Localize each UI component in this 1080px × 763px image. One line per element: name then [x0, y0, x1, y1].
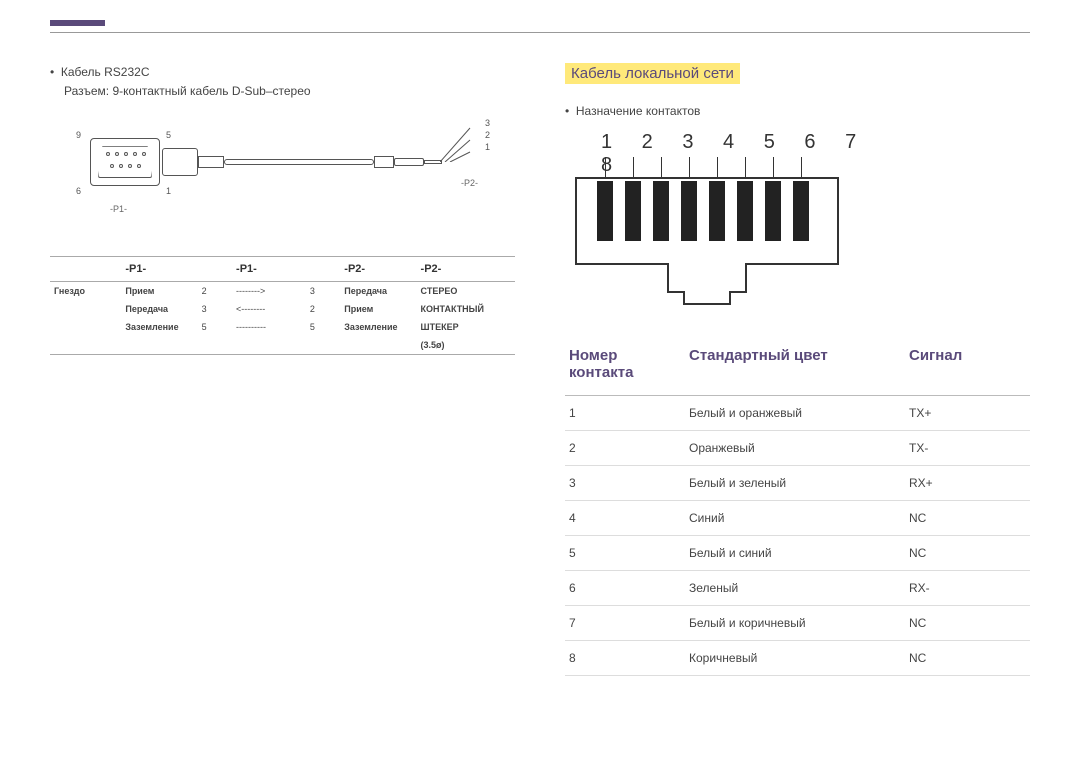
lan-section-title: Кабель локальной сети — [565, 63, 740, 84]
rs232-r0-p2name: Передача — [340, 282, 416, 301]
lan-r6-signal: NC — [905, 606, 1030, 641]
rs232-r1-p1pin: 3 — [198, 300, 232, 318]
rs232-r1-stereo: КОНТАКТНЫЙ — [417, 300, 515, 318]
lan-r0-signal: TX+ — [905, 396, 1030, 431]
table-row: 2 Оранжевый TX- — [565, 431, 1030, 466]
lan-r0-pin: 1 — [565, 396, 685, 431]
lan-r5-color: Зеленый — [685, 571, 905, 606]
lan-r1-signal: TX- — [905, 431, 1030, 466]
lan-r7-color: Коричневый — [685, 641, 905, 676]
lan-r2-color: Белый и зеленый — [685, 466, 905, 501]
lan-r5-signal: RX- — [905, 571, 1030, 606]
rs232-r0-p1pin: 2 — [198, 282, 232, 301]
right-column: Кабель локальной сети • Назначение конта… — [565, 63, 1030, 676]
table-row: 6 Зеленый RX- — [565, 571, 1030, 606]
rj45-lead-lines-icon — [605, 157, 802, 179]
p1-under-label: -P1- — [110, 204, 127, 214]
lan-assignment-text: Назначение контактов — [576, 104, 701, 118]
lan-r3-color: Синий — [685, 501, 905, 536]
rs232-r0-p1name: Прием — [121, 282, 197, 301]
rs232-r0-p2pin: 3 — [306, 282, 340, 301]
rj45-diagram: 1 2 3 4 5 6 7 8 — [565, 131, 885, 311]
stereo-pin-2: 2 — [485, 130, 490, 140]
lan-r1-pin: 2 — [565, 431, 685, 466]
db9-pin-1: 1 — [166, 186, 171, 196]
table-row: (3.5ø) — [50, 336, 515, 355]
header-accent — [50, 20, 105, 26]
lan-th-signal: Сигнал — [905, 341, 1030, 396]
table-row: Гнездо Прием 2 --------> 3 Передача СТЕР… — [50, 282, 515, 301]
lan-r0-color: Белый и оранжевый — [685, 396, 905, 431]
rs232-th-p1b: -P1- — [232, 257, 306, 282]
table-row: 7 Белый и коричневый NC — [565, 606, 1030, 641]
table-row: Передача 3 <-------- 2 Прием КОНТАКТНЫЙ — [50, 300, 515, 318]
lan-pinout-table: Номер контакта Стандартный цвет Сигнал 1… — [565, 341, 1030, 676]
lan-r4-signal: NC — [905, 536, 1030, 571]
rs232-diagram: 9 5 6 1 3 2 — [50, 108, 490, 238]
lan-r4-pin: 5 — [565, 536, 685, 571]
rs232-r2-p1pin: 5 — [198, 318, 232, 336]
stereo-pin-3: 3 — [485, 118, 490, 128]
p2-under-label: -P2- — [461, 178, 478, 188]
cable-wire-icon — [224, 159, 374, 165]
rs232-r1-arrow: <-------- — [232, 300, 306, 318]
content-columns: • Кабель RS232C Разъем: 9-контактный каб… — [50, 63, 1030, 676]
stereo-pin-lines-icon — [440, 122, 490, 162]
stereo-pin-1: 1 — [485, 142, 490, 152]
lan-assignment-label: • Назначение контактов — [565, 102, 1030, 121]
rs232-r0-stereo: СТЕРЕО — [417, 282, 515, 301]
db9-connector-icon — [90, 138, 160, 186]
rs232-pinout-table: -P1- -P1- -P2- -P2- Гнездо Прием 2 -----… — [50, 256, 515, 355]
rs232-r0-arrow: --------> — [232, 282, 306, 301]
rs232-cable-text: Кабель RS232C — [61, 65, 150, 79]
rs232-gnezdo: Гнездо — [50, 282, 121, 301]
rs232-r1-p1name: Передача — [121, 300, 197, 318]
left-column: • Кабель RS232C Разъем: 9-контактный каб… — [50, 63, 515, 676]
rs232-r1-p2pin: 2 — [306, 300, 340, 318]
db9-pin-5: 5 — [166, 130, 171, 140]
table-row: 8 Коричневый NC — [565, 641, 1030, 676]
lan-r6-pin: 7 — [565, 606, 685, 641]
rs232-r3-stereo: (3.5ø) — [417, 336, 515, 355]
table-row: 3 Белый и зеленый RX+ — [565, 466, 1030, 501]
table-row: Заземление 5 ---------- 5 Заземление ШТЕ… — [50, 318, 515, 336]
rs232-r2-p2pin: 5 — [306, 318, 340, 336]
rs232-th-p2a: -P2- — [340, 257, 416, 282]
rj45-pins-icon — [597, 181, 809, 241]
table-row: 1 Белый и оранжевый TX+ — [565, 396, 1030, 431]
lan-r2-signal: RX+ — [905, 466, 1030, 501]
rs232-r2-p2name: Заземление — [340, 318, 416, 336]
lan-r3-signal: NC — [905, 501, 1030, 536]
jack-body-icon — [394, 158, 424, 166]
lan-r7-signal: NC — [905, 641, 1030, 676]
db9-pin-6: 6 — [76, 186, 81, 196]
table-row: 5 Белый и синий NC — [565, 536, 1030, 571]
table-row: 4 Синий NC — [565, 501, 1030, 536]
header-rule — [50, 32, 1030, 33]
lan-r4-color: Белый и синий — [685, 536, 905, 571]
lan-r2-pin: 3 — [565, 466, 685, 501]
cable-sleeve-icon — [198, 156, 224, 168]
cable-sleeve2-icon — [374, 156, 394, 168]
lan-r5-pin: 6 — [565, 571, 685, 606]
lan-th-pin: Номер контакта — [565, 341, 685, 396]
lan-r7-pin: 8 — [565, 641, 685, 676]
rs232-r2-p1name: Заземление — [121, 318, 197, 336]
lan-r6-color: Белый и коричневый — [685, 606, 905, 641]
rs232-r2-stereo: ШТЕКЕР — [417, 318, 515, 336]
cable-strain-relief-icon — [162, 148, 198, 176]
lan-r1-color: Оранжевый — [685, 431, 905, 466]
lan-r3-pin: 4 — [565, 501, 685, 536]
db9-pin-9: 9 — [76, 130, 81, 140]
rs232-th-p2b: -P2- — [417, 257, 515, 282]
rs232-th-p1a: -P1- — [121, 257, 197, 282]
lan-th-color: Стандартный цвет — [685, 341, 905, 396]
rs232-r1-p2name: Прием — [340, 300, 416, 318]
rs232-cable-label: • Кабель RS232C — [50, 63, 515, 82]
rs232-r2-arrow: ---------- — [232, 318, 306, 336]
rs232-connector-label: Разъем: 9-контактный кабель D-Sub–стерео — [64, 84, 515, 98]
